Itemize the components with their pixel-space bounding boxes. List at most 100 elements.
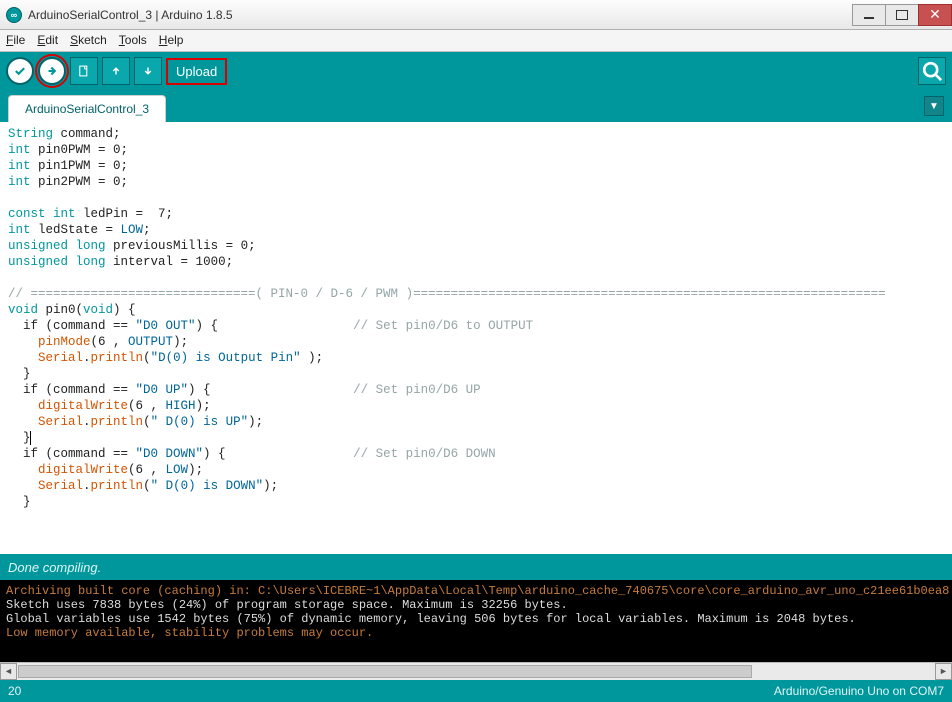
code-token: digitalWrite [38,463,128,477]
code-token [8,399,38,413]
code-token: pin2PWM = 0; [31,175,129,189]
code-token: Serial [38,415,83,429]
code-token: command; [53,127,121,141]
code-token: previousMillis = 0; [106,239,256,253]
code-token: ) { [188,383,353,397]
code-token: . [83,415,91,429]
code-token: void [8,303,38,317]
console-line: Sketch uses 7838 bytes (24%) of program … [6,598,568,612]
console-line: Archiving built core (caching) in: C:\Us… [6,584,949,598]
code-comment: // Set pin0/D6 to OUTPUT [353,319,533,333]
line-number: 20 [8,684,21,698]
code-token: if (command == [8,319,136,333]
code-token: interval = 1000; [106,255,234,269]
code-token: pinMode [38,335,91,349]
code-editor[interactable]: String command; int pin0PWM = 0; int pin… [0,122,952,554]
open-sketch-button[interactable] [102,57,130,85]
menu-file[interactable]: File [6,33,25,48]
build-console: Archiving built core (caching) in: C:\Us… [0,580,952,662]
code-token [8,479,38,493]
code-token: println [91,479,144,493]
close-button[interactable]: ✕ [918,4,952,26]
code-token: ( [143,351,151,365]
code-token: ledState = [31,223,121,237]
code-token: int [8,223,31,237]
code-token: ); [263,479,278,493]
code-token: "D0 DOWN" [136,447,204,461]
code-token: Serial [38,351,83,365]
code-token: digitalWrite [38,399,128,413]
footer-bar: 20 Arduino/Genuino Uno on COM7 [0,679,952,702]
code-token: int [8,159,31,173]
console-line: Global variables use 1542 bytes (75%) of… [6,612,856,626]
window-title: ArduinoSerialControl_3 | Arduino 1.8.5 [28,8,233,22]
code-token: ; [143,223,151,237]
check-icon [13,64,27,78]
code-token [8,415,38,429]
code-token: unsigned [8,239,68,253]
code-token: "D0 OUT" [136,319,196,333]
code-token: if (command == [8,447,136,461]
code-token: "D0 UP" [136,383,189,397]
code-token: ); [188,463,203,477]
code-token: HIGH [166,399,196,413]
tab-menu-button[interactable]: ▼ [924,96,944,116]
serial-monitor-icon [919,58,945,84]
console-line: Low memory available, stability problems… [6,626,373,640]
menu-help[interactable]: Help [159,33,184,48]
code-token: } [8,367,31,381]
file-icon [77,64,91,78]
arrow-down-icon [141,64,155,78]
scroll-left-button[interactable]: ◄ [0,663,17,680]
code-token: LOW [121,223,144,237]
menu-tools[interactable]: Tools [119,33,147,48]
code-token: Serial [38,479,83,493]
code-token: int [8,175,31,189]
code-token: " D(0) is UP" [151,415,249,429]
toolbar: Upload [0,52,952,90]
tabbar: ArduinoSerialControl_3 ▼ [0,90,952,122]
arrow-right-icon [45,64,59,78]
upload-button[interactable] [38,57,66,85]
code-token: pin1PWM = 0; [31,159,129,173]
code-token [46,207,54,221]
verify-button[interactable] [6,57,34,85]
code-token: String [8,127,53,141]
code-token [8,351,38,365]
menu-sketch[interactable]: Sketch [70,33,107,48]
code-token [8,335,38,349]
code-token: ) { [203,447,353,461]
code-token: } [8,431,31,445]
scroll-track[interactable] [17,663,935,680]
tab-sketch[interactable]: ArduinoSerialControl_3 [8,95,166,122]
code-token: if (command == [8,383,136,397]
code-token: ); [173,335,188,349]
code-token [68,239,76,253]
code-token: println [91,415,144,429]
board-info: Arduino/Genuino Uno on COM7 [774,684,944,698]
code-token: "D(0) is Output Pin" [151,351,301,365]
window-controls: ✕ [853,4,952,26]
new-sketch-button[interactable] [70,57,98,85]
code-token: (6 , [128,463,166,477]
text-cursor [30,431,31,445]
code-token: . [83,351,91,365]
minimize-button[interactable] [852,4,886,26]
chevron-down-icon: ▼ [929,101,939,112]
status-text: Done compiling. [8,560,101,575]
code-token: (6 , [91,335,129,349]
menubar: File Edit Sketch Tools Help [0,30,952,52]
maximize-button[interactable] [885,4,919,26]
menu-edit[interactable]: Edit [37,33,58,48]
code-token: println [91,351,144,365]
save-sketch-button[interactable] [134,57,162,85]
scroll-right-button[interactable]: ► [935,663,952,680]
status-bar: Done compiling. [0,554,952,580]
scroll-thumb[interactable] [18,665,752,678]
horizontal-scrollbar[interactable]: ◄ ► [0,662,952,679]
serial-monitor-button[interactable] [918,57,946,85]
code-token: long [76,255,106,269]
code-token: ) { [196,319,354,333]
code-token [68,255,76,269]
code-token [8,463,38,477]
